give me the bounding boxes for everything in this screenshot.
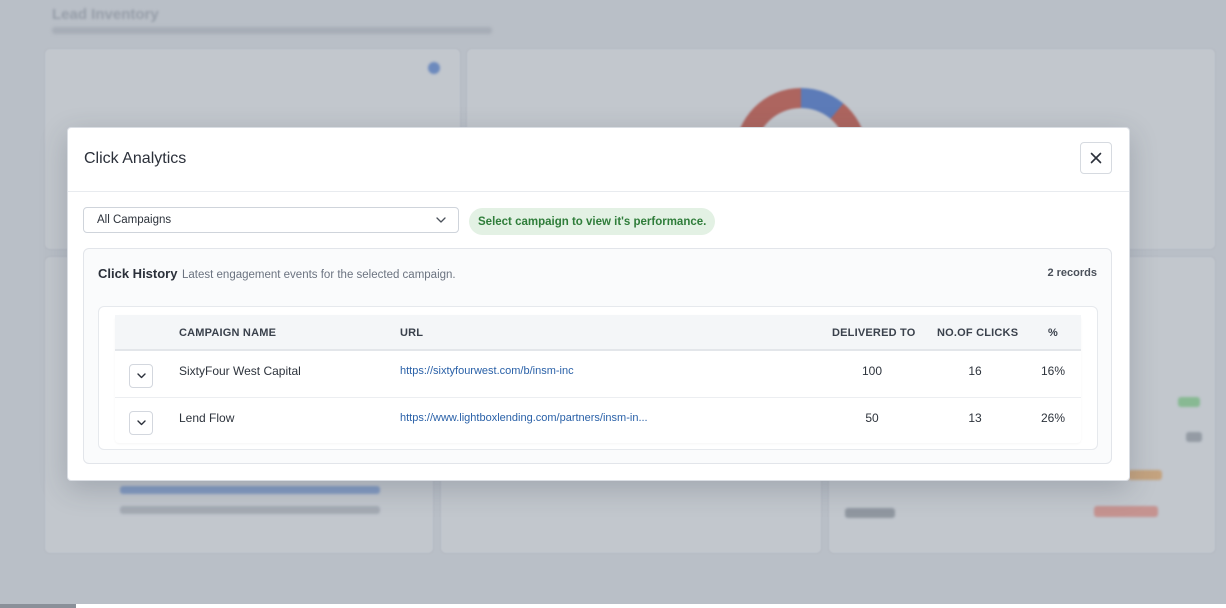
bottom-edge — [0, 604, 76, 608]
click-history-table-container: CAMPAIGN NAME URL DELIVERED TO NO.OF CLI… — [98, 306, 1098, 450]
table-header: CAMPAIGN NAME URL DELIVERED TO NO.OF CLI… — [115, 315, 1081, 351]
delivered-to-cell: 50 — [865, 411, 879, 425]
column-header-delivered-to: DELIVERED TO — [832, 327, 916, 339]
column-header-percent: % — [1048, 327, 1058, 339]
percent-cell: 16% — [1040, 364, 1066, 378]
click-history-table: CAMPAIGN NAME URL DELIVERED TO NO.OF CLI… — [115, 315, 1081, 443]
clicks-cell: 16 — [968, 364, 982, 378]
modal-header: Click Analytics — [68, 128, 1129, 192]
click-history-panel: Click History Latest engagement events f… — [83, 248, 1112, 464]
chevron-down-icon — [436, 217, 446, 223]
close-button[interactable] — [1080, 142, 1112, 174]
url-link[interactable]: https://sixtyfourwest.com/b/insm-inc — [400, 365, 574, 377]
campaign-select[interactable]: All Campaigns — [83, 207, 459, 233]
row-expand-button[interactable] — [129, 364, 153, 388]
close-icon — [1090, 152, 1102, 164]
column-header-url: URL — [400, 327, 424, 339]
table-row: Lend Flow https://www.lightboxlending.co… — [115, 398, 1081, 445]
modal-title: Click Analytics — [84, 150, 187, 167]
chevron-down-icon — [136, 420, 146, 426]
row-expand-button[interactable] — [129, 411, 153, 435]
click-analytics-modal: Click Analytics All Campaigns Select cam… — [67, 127, 1130, 481]
campaign-select-value: All Campaigns — [97, 214, 172, 226]
chevron-down-icon — [136, 373, 146, 379]
campaign-name-cell: SixtyFour West Capital — [179, 364, 301, 378]
column-header-clicks: NO.OF CLICKS — [937, 327, 1019, 339]
campaign-hint-badge: Select campaign to view it's performance… — [469, 208, 716, 235]
bottom-edge — [76, 604, 1226, 608]
column-header-campaign-name: CAMPAIGN NAME — [179, 327, 277, 339]
url-link[interactable]: https://www.lightboxlending.com/partners… — [400, 412, 648, 424]
clicks-cell: 13 — [968, 411, 982, 425]
table-row: SixtyFour West Capital https://sixtyfour… — [115, 351, 1081, 398]
campaign-name-cell: Lend Flow — [179, 411, 235, 425]
delivered-to-cell: 100 — [861, 364, 883, 378]
percent-cell: 26% — [1040, 411, 1066, 425]
click-history-title: Click History — [98, 266, 178, 281]
records-count: 2 records — [1047, 267, 1097, 279]
click-history-subtitle: Latest engagement events for the selecte… — [182, 269, 456, 281]
